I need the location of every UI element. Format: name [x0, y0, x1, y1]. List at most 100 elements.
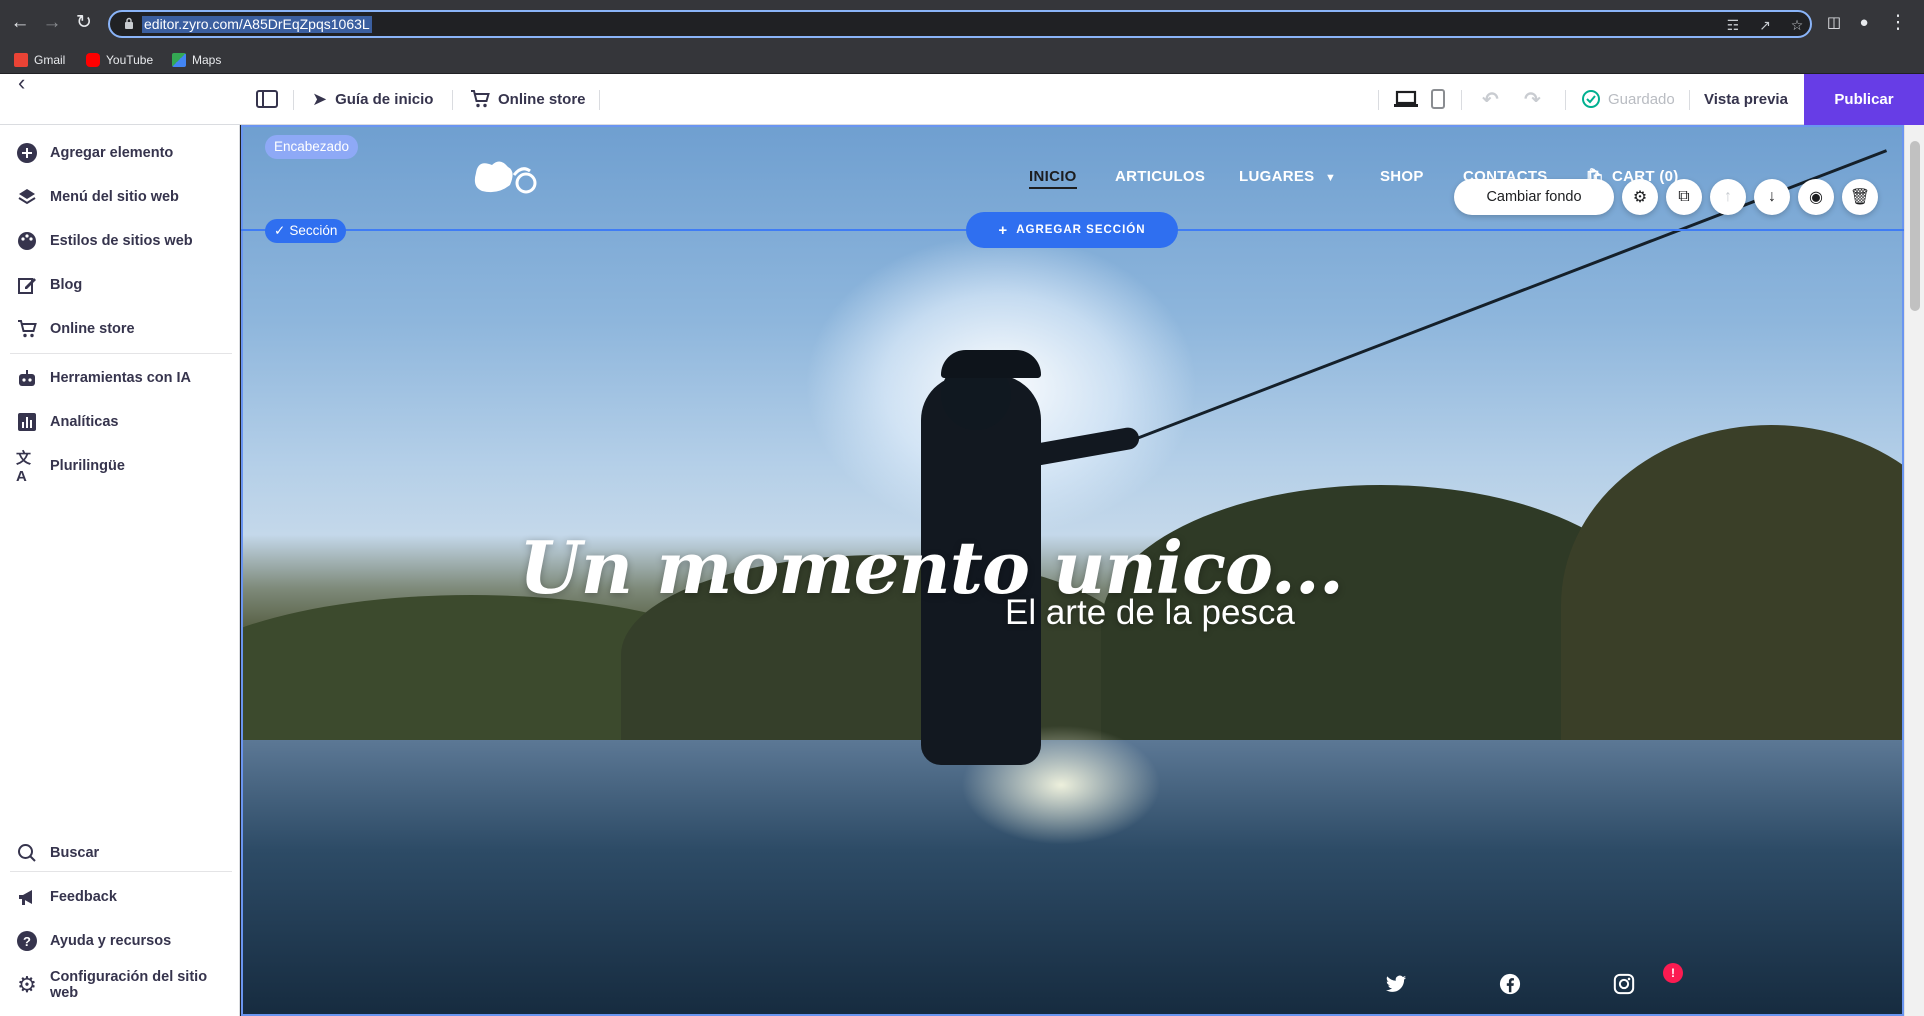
- translate-icon[interactable]: ☶: [1724, 16, 1742, 34]
- divider: [1565, 90, 1566, 110]
- section-block-tag[interactable]: ✓ Sección: [265, 219, 347, 243]
- divider: [599, 90, 600, 110]
- nav-lugares[interactable]: LUGARES: [1239, 168, 1314, 185]
- back-icon[interactable]: ←: [8, 11, 32, 35]
- palette-icon: [16, 230, 38, 252]
- sidebar-item-label: Configuración del sitio web: [49, 969, 208, 1001]
- hero-subtitle[interactable]: El arte de la pesca: [1005, 593, 1295, 633]
- plus-circle-icon: [16, 142, 38, 164]
- sidebar-item-label: Online store: [50, 321, 135, 337]
- divider: [452, 90, 453, 110]
- bookmark-label: YouTube: [106, 53, 154, 67]
- sidebar-item-feedback[interactable]: Feedback: [16, 885, 117, 909]
- preview-button[interactable]: Vista previa: [1704, 74, 1788, 124]
- sidebar-item-analytics[interactable]: Analíticas: [16, 410, 119, 434]
- bookmark-maps[interactable]: Maps: [172, 51, 221, 69]
- rocket-icon: ➤: [312, 88, 328, 109]
- profile-icon[interactable]: ●: [1852, 11, 1876, 35]
- sidebar-item-add-element[interactable]: Agregar elemento: [16, 141, 173, 165]
- saved-status: Guardado: [1582, 74, 1675, 124]
- sidebar-item-online-store[interactable]: Online store: [16, 317, 135, 341]
- sidebar-item-label: Buscar: [50, 845, 100, 861]
- sidebar-item-help[interactable]: ? Ayuda y recursos: [16, 929, 171, 953]
- sidebar-divider: [10, 353, 232, 354]
- nav-articulos[interactable]: ARTICULOS: [1115, 168, 1205, 185]
- desktop-view-icon[interactable]: [1394, 74, 1418, 124]
- plus-icon: +: [998, 221, 1009, 239]
- sidebar-divider: [10, 871, 232, 872]
- share-icon[interactable]: ↗: [1756, 16, 1774, 34]
- sidebar-item-styles[interactable]: Estilos de sitios web: [16, 229, 193, 253]
- sidebar-item-label: Agregar elemento: [50, 145, 174, 161]
- visibility-eye-icon[interactable]: ◉: [1798, 179, 1834, 215]
- back-arrow-icon[interactable]: ‹: [18, 70, 42, 95]
- site-canvas[interactable]: Encabezado ✓ Sección INICIO ARTICULOS LU…: [241, 125, 1904, 1016]
- settings-gear-icon[interactable]: ⚙: [1622, 179, 1658, 215]
- gmail-icon: [14, 53, 28, 67]
- browser-toolbar: ← → ↻ editor.zyro.com/A85DrEqZpqs1063L ☶…: [0, 0, 1924, 46]
- facebook-icon[interactable]: [1499, 973, 1521, 995]
- star-icon[interactable]: ☆: [1788, 16, 1806, 34]
- online-store-label: Online store: [498, 90, 586, 108]
- site-logo[interactable]: [470, 155, 542, 201]
- megaphone-icon: [16, 886, 38, 908]
- bookmark-label: Gmail: [34, 53, 66, 67]
- divider: [1378, 90, 1379, 110]
- address-bar[interactable]: editor.zyro.com/A85DrEqZpqs1063L ☶ ↗ ☆: [108, 10, 1812, 38]
- nav-inicio[interactable]: INICIO: [1029, 168, 1077, 189]
- nav-shop[interactable]: SHOP: [1380, 168, 1424, 185]
- sidebar-item-label: Feedback: [50, 889, 117, 905]
- mobile-view-icon[interactable]: [1431, 74, 1445, 124]
- change-background-button[interactable]: Cambiar fondo: [1454, 179, 1614, 215]
- chevron-down-icon[interactable]: ▼: [1325, 172, 1336, 184]
- header-block-tag[interactable]: Encabezado: [265, 135, 359, 159]
- sidebar-item-label: Estilos de sitios web: [50, 233, 193, 249]
- bookmark-youtube[interactable]: YouTube: [86, 51, 153, 69]
- sidebar-item-label: Herramientas con IA: [50, 370, 192, 386]
- notification-badge[interactable]: !: [1663, 963, 1683, 983]
- edit-icon: [16, 274, 38, 296]
- sidebar-item-ai-tools[interactable]: Herramientas con IA: [16, 366, 191, 390]
- scrollbar-thumb[interactable]: [1910, 141, 1920, 311]
- menu-icon[interactable]: ⋮: [1886, 11, 1910, 35]
- check-circle-icon: [1582, 90, 1600, 108]
- svg-text:?: ?: [23, 934, 31, 949]
- canvas-scrollbar[interactable]: [1904, 125, 1924, 1016]
- duplicate-icon[interactable]: ⧉: [1666, 179, 1702, 215]
- delete-trash-icon[interactable]: 🗑: [1842, 179, 1878, 215]
- divider: [1689, 90, 1690, 110]
- instagram-icon[interactable]: [1613, 973, 1635, 995]
- sidebar-toggle-icon[interactable]: [256, 74, 278, 124]
- forward-icon[interactable]: →: [40, 11, 64, 35]
- gear-icon: ⚙: [17, 972, 37, 997]
- saved-label: Guardado: [1608, 90, 1675, 108]
- sidebar-item-label: Blog: [50, 277, 83, 293]
- divider: [293, 90, 294, 110]
- reload-icon[interactable]: ↻: [72, 11, 96, 35]
- twitter-icon[interactable]: [1385, 973, 1407, 995]
- sidebar-item-label: Ayuda y recursos: [50, 933, 172, 949]
- sidebar-item-multilingual[interactable]: 文A Plurilingüe: [16, 450, 125, 485]
- undo-icon[interactable]: ↶: [1482, 74, 1499, 124]
- side-panel-icon[interactable]: ◫: [1822, 11, 1846, 35]
- lock-icon: [125, 17, 133, 29]
- redo-icon[interactable]: ↷: [1524, 74, 1541, 124]
- section-tag-label: Sección: [289, 223, 338, 238]
- guide-button[interactable]: ➤ Guía de inicio: [312, 74, 433, 124]
- add-section-label: AGREGAR SECCIÓN: [1016, 224, 1146, 236]
- help-icon: ?: [16, 930, 38, 952]
- sidebar-item-blog[interactable]: Blog: [16, 273, 82, 297]
- youtube-icon: [86, 53, 100, 67]
- chart-icon: [16, 411, 38, 433]
- sidebar-item-site-menu[interactable]: Menú del sitio web: [16, 185, 179, 209]
- move-up-icon[interactable]: ↑: [1710, 179, 1746, 215]
- move-down-icon[interactable]: ↓: [1754, 179, 1790, 215]
- bookmark-label: Maps: [192, 53, 222, 67]
- online-store-button[interactable]: Online store: [470, 74, 586, 124]
- publish-button[interactable]: Publicar: [1804, 74, 1924, 125]
- maps-icon: [172, 53, 186, 67]
- bookmark-gmail[interactable]: Gmail: [14, 51, 65, 69]
- add-section-button[interactable]: + AGREGAR SECCIÓN: [966, 212, 1178, 248]
- sidebar-item-search[interactable]: Buscar: [16, 841, 99, 865]
- sidebar-item-settings[interactable]: ⚙ Configuración del sitio web: [16, 969, 239, 1001]
